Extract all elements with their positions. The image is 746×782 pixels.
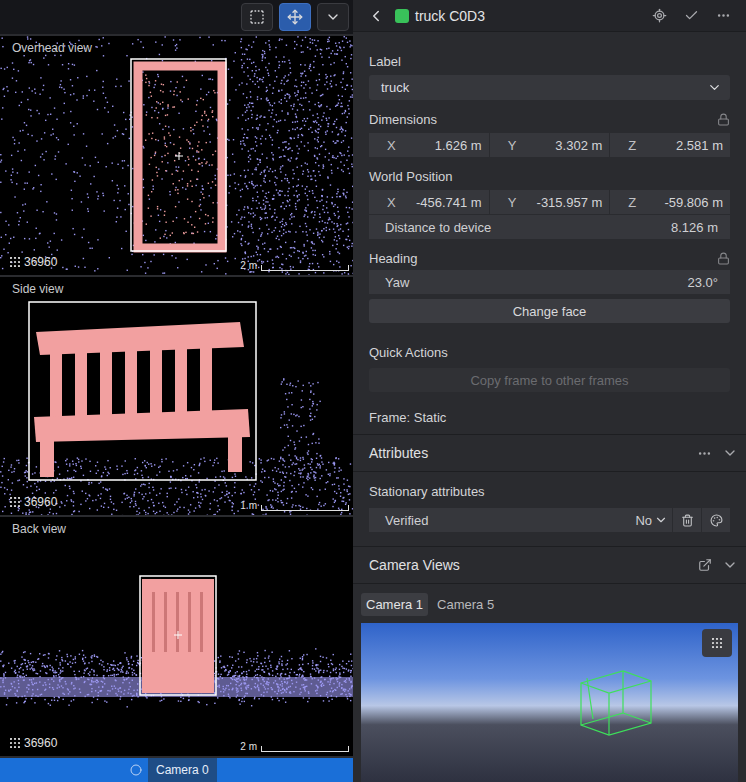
dimension-fields: X1.626 mY3.302 mZ2.581 m	[369, 133, 730, 157]
label-color-swatch	[395, 9, 409, 23]
side-canvas[interactable]	[0, 277, 353, 516]
locate-button[interactable]	[646, 4, 672, 28]
view-title: Overhead view	[12, 41, 92, 55]
point-count: 36960	[10, 736, 57, 750]
position-fields: X-456.741 mY-315.957 mZ-59.806 m	[369, 190, 730, 214]
points-toggle[interactable]	[702, 629, 732, 657]
dimension-field[interactable]: Z2.581 m	[610, 133, 730, 157]
view-title: Back view	[12, 522, 66, 536]
palette-button[interactable]	[702, 508, 730, 532]
annotation-editor: Overhead view 36960 2 m Side view 36960 1 m Ba…	[0, 0, 746, 782]
chevron-left-icon	[367, 7, 385, 25]
move-icon	[287, 9, 303, 25]
scale-line	[261, 746, 349, 752]
chevron-icon[interactable]	[722, 445, 738, 461]
lock-icon[interactable]	[717, 113, 730, 126]
properties-body: Label truck Dimensions X1.626 mY3.302 mZ2.5…	[353, 32, 746, 430]
divider	[353, 583, 746, 584]
section-title: Label	[369, 50, 730, 72]
divider	[353, 434, 746, 435]
chevron-down-icon	[707, 80, 722, 95]
points-icon	[10, 257, 20, 267]
check-icon	[684, 8, 699, 23]
confirm-button[interactable]	[678, 4, 704, 28]
camera-dot-icon	[130, 758, 142, 782]
back-canvas[interactable]	[0, 517, 353, 755]
back-view[interactable]: Back view 36960 2 m	[0, 517, 353, 756]
external-link-icon[interactable]	[698, 558, 712, 572]
frame-status: Frame: Static	[369, 410, 730, 430]
more-button[interactable]	[710, 4, 736, 28]
attributes-body: Stationary attributes VerifiedNo	[353, 472, 746, 546]
attribute-row: VerifiedNo	[369, 508, 730, 532]
divider	[353, 546, 746, 547]
delete-button[interactable]	[673, 508, 701, 532]
back-button[interactable]	[363, 4, 389, 28]
scale-bar: 1 m	[240, 500, 349, 511]
menu-button[interactable]	[317, 3, 349, 31]
ellipsis-icon	[716, 8, 731, 23]
side-view[interactable]: Side view 36960 1 m	[0, 277, 353, 516]
object-title: truck C0D3	[415, 8, 640, 24]
properties-panel: truck C0D3 Label truck Dimensions X1.626 mY3…	[353, 0, 746, 782]
overhead-view[interactable]: Overhead view 36960 2 m	[0, 36, 353, 275]
section-title: Heading	[369, 247, 730, 269]
points-icon	[10, 738, 20, 748]
position-field[interactable]: X-456.741 m	[369, 190, 489, 214]
chevron-down-icon	[654, 513, 668, 527]
move-button[interactable]	[279, 3, 311, 31]
camera-view-tab[interactable]: Camera 1	[361, 593, 428, 616]
attribute-select[interactable]: VerifiedNo	[369, 508, 672, 532]
trash-icon	[681, 514, 694, 527]
scale-line	[261, 265, 349, 271]
cuboid-projection	[361, 623, 738, 782]
divider	[353, 471, 746, 472]
section-title: World Position	[369, 165, 730, 187]
distance-row: Distance to device8.126 m	[369, 215, 730, 239]
position-field[interactable]: Y-315.957 m	[490, 190, 610, 214]
camera-image[interactable]	[361, 623, 738, 782]
scale-bar: 2 m	[240, 741, 349, 752]
dimension-field[interactable]: X1.626 m	[369, 133, 489, 157]
camera-tabs: Camera 1Camera 5	[353, 584, 746, 623]
locate-icon	[652, 8, 667, 23]
attributes-section-title: Stationary attributes	[369, 484, 730, 502]
scale-line	[261, 505, 349, 511]
point-count: 36960	[10, 255, 57, 269]
select-button[interactable]	[241, 3, 273, 31]
viewport-panel: Overhead view 36960 2 m Side view 36960 1 m Ba…	[0, 0, 353, 782]
dimension-field[interactable]: Y3.302 m	[490, 133, 610, 157]
palette-icon	[710, 514, 723, 527]
view-toolbar	[0, 0, 353, 34]
overhead-canvas[interactable]	[0, 36, 353, 275]
lock-icon[interactable]	[717, 252, 730, 265]
panel-header: truck C0D3	[353, 0, 746, 32]
view-title: Side view	[12, 282, 63, 296]
camera-views-header[interactable]: Camera Views	[353, 547, 746, 583]
select-icon	[249, 9, 265, 25]
yaw-field[interactable]: Yaw23.0°	[369, 270, 730, 294]
camera-strip: Camera 0	[0, 758, 353, 782]
points-icon	[10, 497, 20, 507]
label-select[interactable]: truck	[369, 75, 730, 100]
scale-bar: 2 m	[240, 260, 349, 271]
camera-tab[interactable]: Camera 0	[148, 758, 217, 782]
ellipsis-icon[interactable]	[697, 446, 712, 461]
position-field[interactable]: Z-59.806 m	[610, 190, 730, 214]
point-count: 36960	[10, 495, 57, 509]
chevron-icon[interactable]	[722, 557, 738, 573]
section-title: Dimensions	[369, 108, 730, 130]
section-title: Quick Actions	[369, 341, 730, 363]
chevron-down-icon	[325, 9, 341, 25]
camera-view-tab[interactable]: Camera 5	[432, 593, 499, 616]
copy-frame-button[interactable]: Copy frame to other frames	[369, 368, 730, 392]
attributes-header[interactable]: Attributes	[353, 435, 746, 471]
points-icon	[712, 638, 722, 648]
change-face-button[interactable]: Change face	[369, 299, 730, 323]
